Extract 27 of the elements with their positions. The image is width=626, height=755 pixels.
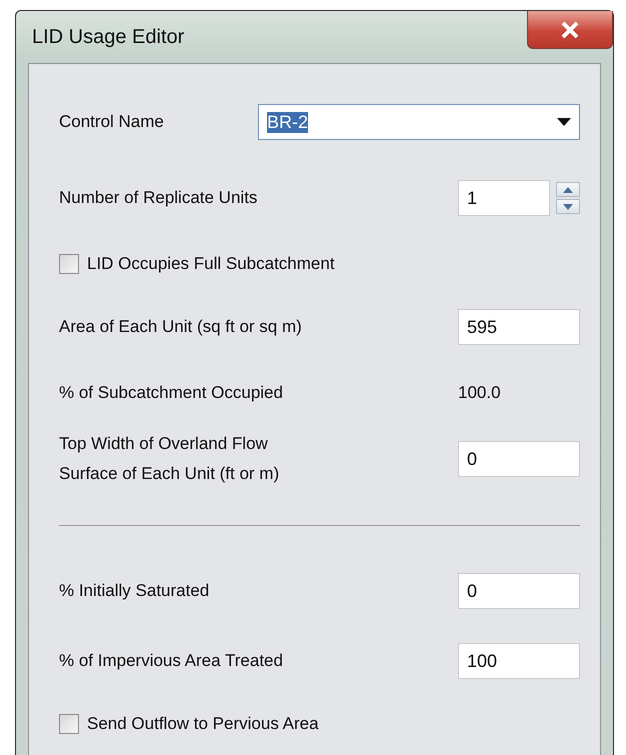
close-button[interactable] (527, 11, 613, 49)
checkbox[interactable] (59, 254, 79, 274)
field-label: Control Name (59, 111, 164, 133)
field-label: % of Subcatchment Occupied (59, 382, 283, 404)
checkbox[interactable] (59, 714, 79, 734)
field-label: LID Occupies Full Subcatchment (87, 253, 335, 275)
input-field[interactable]: 0 (458, 441, 580, 477)
field-label: % of Impervious Area Treated (59, 650, 283, 672)
up-arrow-icon (563, 186, 573, 192)
input-field[interactable]: 0 (458, 573, 580, 609)
readout-value: 100.0 (457, 383, 502, 403)
window-title: LID Usage Editor (32, 26, 184, 48)
control-name-dropdown[interactable]: BR-2 (258, 104, 580, 140)
input-field[interactable]: 100 (458, 643, 580, 679)
field-label: % Initially Saturated (59, 580, 210, 602)
field-label: Area of Each Unit (sq ft or sq m) (59, 316, 302, 338)
close-icon (560, 20, 580, 38)
down-arrow-icon (563, 204, 573, 210)
field-label: Number of Replicate Units (59, 187, 258, 209)
spin-up-button[interactable] (556, 182, 580, 197)
number-field[interactable]: 1 (458, 180, 550, 216)
dropdown-value: BR-2 (267, 112, 308, 132)
input-field[interactable]: 595 (458, 309, 580, 345)
spin-down-button[interactable] (556, 199, 580, 214)
field-label: Top Width of Overland Flow Surface of Each Unit (ft or m) (59, 433, 280, 485)
field-label: Send Outflow to Pervious Area (87, 713, 319, 735)
dropdown-arrow-icon (557, 118, 571, 126)
